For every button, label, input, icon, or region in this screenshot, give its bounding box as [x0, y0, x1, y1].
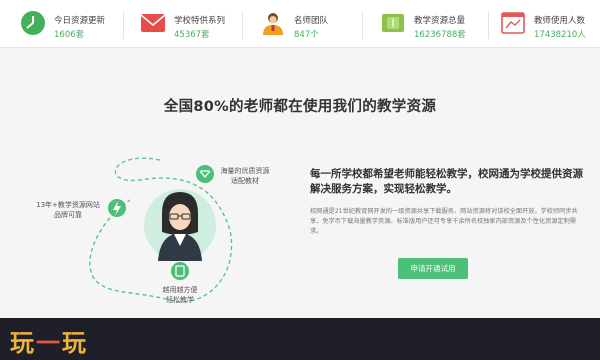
watermark-char: 玩	[62, 328, 88, 357]
stat-value: 847个	[294, 30, 319, 40]
stat-label: 今日资源更新	[54, 16, 106, 26]
watermark-strip: 玩一玩	[0, 318, 600, 360]
stat-label: 学校特供系列	[174, 16, 226, 26]
diagram-label-top: 海量的优质资源 适配教材	[220, 167, 270, 185]
promo-title: 每一所学校都希望老师能轻松教学，校网通为学校提供资源解决服务方案，实现轻松教学。	[310, 168, 583, 195]
stat-total-resources[interactable]: 教学资源总量 16236788套	[380, 8, 490, 42]
divider	[362, 11, 363, 39]
teacher-icon	[263, 13, 283, 35]
envelope-icon	[140, 14, 166, 32]
stat-label: 教学资源总量	[414, 16, 466, 26]
stat-label: 名师团队	[294, 16, 329, 26]
document-icon	[382, 14, 404, 32]
feature-diagram: 13年+教学资源网站 品牌可靠 海量的优质资源 适配教材 越用越方便 轻松教学	[0, 130, 300, 320]
stat-value: 1606套	[54, 30, 85, 40]
stat-school-series[interactable]: 学校特供系列 45367套	[140, 8, 240, 42]
page-headline: 全国80%的老师都在使用我们的教学资源	[163, 99, 437, 115]
stat-value: 16236788套	[414, 30, 466, 40]
divider	[242, 11, 243, 39]
clock-icon	[21, 11, 45, 35]
divider	[123, 11, 124, 39]
promo-description: 校网通是21世纪教育网开发的一级资源共享下载服务、网站资源将对该校全面开放，学校…	[310, 208, 578, 235]
stat-value: 45367套	[174, 30, 210, 40]
stat-today-updates[interactable]: 今日资源更新 1606套	[20, 8, 110, 42]
diagram-label-bottom: 越用越方便 轻松教学	[162, 286, 198, 304]
stats-bar: 今日资源更新 1606套 学校特供系列 45367套 名师团队 847个 教学资…	[0, 0, 600, 48]
window-icon	[501, 12, 525, 34]
watermark-logo: 玩一玩	[10, 323, 88, 358]
divider	[488, 11, 489, 39]
watermark-char: 玩	[10, 328, 36, 357]
stat-label: 教师使用人数	[534, 16, 586, 26]
stat-teacher-users[interactable]: 教师使用人数 17438210人	[500, 8, 600, 42]
stat-teacher-team[interactable]: 名师团队 847个	[260, 8, 350, 42]
watermark-char: 一	[36, 328, 62, 357]
stat-value: 17438210人	[534, 30, 586, 40]
apply-trial-button[interactable]: 申请开通试用	[398, 258, 468, 279]
teacher-avatar	[158, 192, 202, 261]
diagram-label-left: 13年+教学资源网站 品牌可靠	[36, 201, 100, 219]
